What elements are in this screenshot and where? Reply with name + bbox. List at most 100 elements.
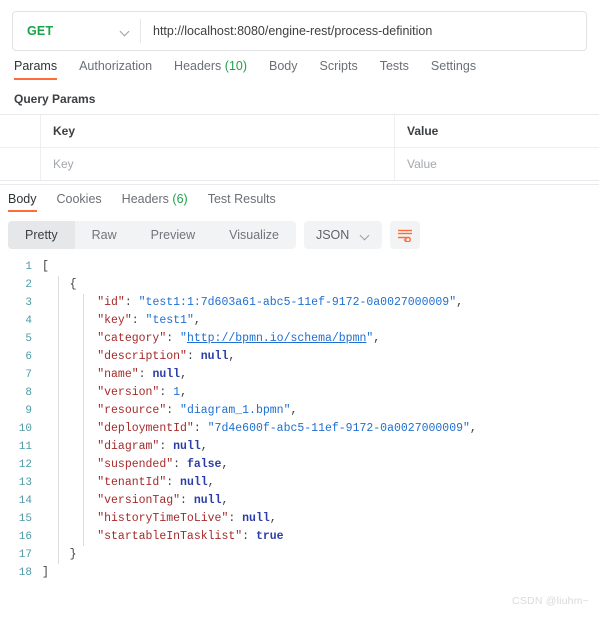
code-line-row: 6 "description": null, [0, 348, 599, 366]
code-line-row: 15 "historyTimeToLive": null, [0, 510, 599, 528]
response-format-dropdown[interactable]: JSON [303, 221, 383, 249]
row-checkbox-cell[interactable] [0, 148, 41, 180]
view-pretty-button[interactable]: Pretty [8, 221, 75, 249]
query-params-title: Query Params [14, 92, 96, 106]
wrap-text-button[interactable] [390, 221, 421, 249]
code-line-content: "startableInTasklist": true [97, 530, 284, 543]
param-value-cell[interactable]: Value [395, 148, 599, 180]
request-tab-bar: Params Authorization Headers (10) Body S… [0, 51, 599, 80]
tab-scripts[interactable]: Scripts [320, 59, 358, 80]
code-line-row: 12 "suspended": false, [0, 456, 599, 474]
tab-response-body[interactable]: Body [8, 192, 37, 212]
tab-headers-label: Headers (10) [174, 59, 248, 73]
line-number: 15 [18, 513, 32, 525]
code-line-content: "suspended": false, [97, 458, 229, 471]
code-line-row: 17 } [0, 546, 599, 564]
code-line-row: 2 { [0, 276, 599, 294]
http-method-label: GET [27, 24, 54, 38]
code-line-row: 18] [0, 564, 599, 582]
code-line-row: 5 "category": "http://bpmn.io/schema/bpm… [0, 330, 599, 348]
param-key-cell[interactable]: Key [41, 148, 395, 180]
code-line-content: { [69, 278, 77, 291]
wrap-text-icon [398, 229, 413, 242]
table-header-row: Key Value [0, 115, 599, 148]
code-line-row: 16 "startableInTasklist": true [0, 528, 599, 546]
tab-params[interactable]: Params [14, 59, 58, 80]
code-line-row: 14 "versionTag": null, [0, 492, 599, 510]
column-header-value-label: Value [407, 124, 439, 138]
response-body-code-viewer[interactable]: 1[2 {3 "id": "test1:1:7d603a61-abc5-11ef… [0, 249, 599, 582]
table-row: Key Value [0, 148, 599, 180]
tab-body[interactable]: Body [269, 59, 298, 80]
code-line-content: "id": "test1:1:7d603a61-abc5-11ef-9172-0… [97, 296, 463, 309]
line-number: 3 [25, 297, 32, 309]
tab-tests[interactable]: Tests [380, 59, 409, 80]
line-number: 1 [25, 261, 32, 273]
code-line-content: [ [42, 260, 49, 273]
code-line-row: 8 "version": 1, [0, 384, 599, 402]
line-number: 6 [25, 351, 32, 363]
query-params-table: Key Value Key Value [0, 114, 599, 181]
code-line-content: "diagram": null, [97, 440, 208, 453]
line-number: 7 [25, 369, 32, 381]
watermark-text: CSDN @liuhm~ [512, 595, 589, 607]
response-view-segmented-control: Pretty Raw Preview Visualize [8, 221, 296, 249]
line-number: 11 [18, 441, 32, 453]
url-bar: GET [12, 11, 587, 51]
code-line-content: "versionTag": null, [97, 494, 229, 507]
code-line-row: 9 "resource": "diagram_1.bpmn", [0, 402, 599, 420]
code-line-content: "historyTimeToLive": null, [97, 512, 277, 525]
tab-headers[interactable]: Headers (10) [174, 59, 247, 80]
line-number: 18 [18, 567, 32, 579]
code-line-content: ] [42, 566, 49, 579]
line-number: 9 [25, 405, 32, 417]
code-line-row: 11 "diagram": null, [0, 438, 599, 456]
column-header-value: Value [395, 115, 599, 147]
code-line-content: } [69, 548, 77, 561]
line-number: 10 [18, 423, 32, 435]
code-line-content: "version": 1, [97, 386, 187, 399]
code-line-content: "name": null, [97, 368, 187, 381]
indent-guide-level-2 [83, 294, 84, 546]
line-number: 5 [25, 333, 32, 345]
row-checkbox-cell[interactable] [0, 115, 41, 147]
line-number: 4 [25, 315, 32, 327]
code-line-content: "key": "test1", [97, 314, 201, 327]
response-view-toolbar: Pretty Raw Preview Visualize JSON [0, 212, 599, 249]
code-line-content: "deploymentId": "7d4e600f-abc5-11ef-9172… [97, 422, 477, 435]
code-line-content: "resource": "diagram_1.bpmn", [97, 404, 298, 417]
tab-response-headers[interactable]: Headers (6) [122, 192, 188, 212]
code-line-row: 1[ [0, 258, 599, 276]
code-line-content: "category": "http://bpmn.io/schema/bpmn"… [97, 332, 381, 345]
tab-authorization[interactable]: Authorization [79, 59, 152, 80]
column-header-key: Key [41, 115, 395, 147]
chevron-down-icon [361, 231, 370, 240]
line-number: 13 [18, 477, 32, 489]
code-line-content: "tenantId": null, [97, 476, 215, 489]
line-number: 12 [18, 459, 32, 471]
line-number: 16 [18, 531, 32, 543]
view-visualize-button[interactable]: Visualize [212, 221, 296, 249]
line-number: 17 [18, 549, 32, 561]
code-line-row: 10 "deploymentId": "7d4e600f-abc5-11ef-9… [0, 420, 599, 438]
code-line-row: 7 "name": null, [0, 366, 599, 384]
http-method-dropdown[interactable]: GET [13, 12, 140, 50]
line-number: 8 [25, 387, 32, 399]
chevron-down-icon [121, 27, 130, 36]
param-value-placeholder: Value [407, 157, 437, 171]
view-raw-button[interactable]: Raw [75, 221, 134, 249]
code-line-row: 13 "tenantId": null, [0, 474, 599, 492]
line-number: 2 [25, 279, 32, 291]
url-input[interactable] [141, 12, 586, 50]
param-key-placeholder: Key [53, 157, 74, 171]
response-format-label: JSON [315, 228, 350, 242]
line-number: 14 [18, 495, 32, 507]
tab-test-results[interactable]: Test Results [208, 192, 276, 212]
tab-settings[interactable]: Settings [431, 59, 476, 80]
code-line-content: "description": null, [97, 350, 236, 363]
tab-response-cookies[interactable]: Cookies [57, 192, 102, 212]
column-header-key-label: Key [53, 124, 76, 138]
code-line-row: 3 "id": "test1:1:7d603a61-abc5-11ef-9172… [0, 294, 599, 312]
view-preview-button[interactable]: Preview [134, 221, 212, 249]
code-line-row: 4 "key": "test1", [0, 312, 599, 330]
